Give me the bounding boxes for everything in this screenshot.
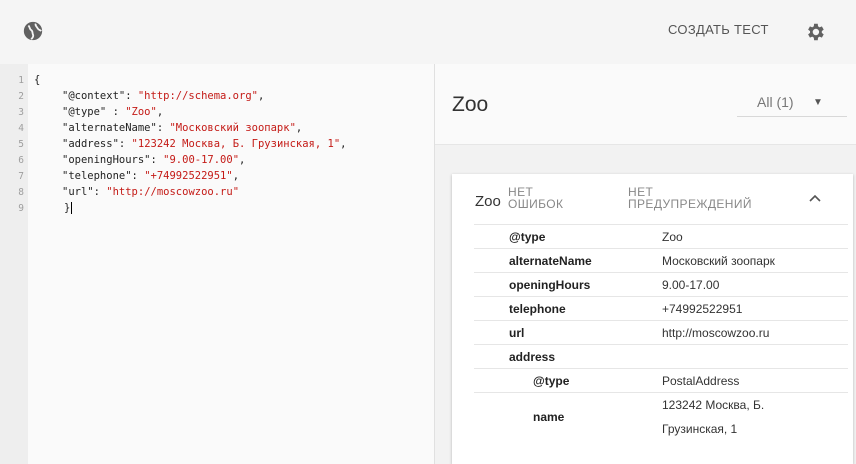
property-row: telephone +74992522951 (474, 296, 848, 321)
property-value: 9.00-17.00 (662, 278, 720, 292)
code-value: "Московский зоопарк" (169, 122, 296, 134)
code-value: "http://moscowzoo.ru" (106, 186, 240, 198)
property-row: address (474, 344, 848, 369)
line-number: 6 (18, 155, 24, 166)
property-row: openingHours 9.00-17.00 (474, 272, 848, 297)
code-line-7: "telephone": "+74992522951", (62, 170, 239, 182)
create-test-button[interactable]: СОЗДАТЬ ТЕСТ (668, 22, 769, 37)
code-token: { (34, 74, 41, 86)
line-number: 5 (18, 139, 24, 150)
property-value: Московский зоопарк (662, 254, 775, 268)
globe-icon[interactable] (22, 20, 44, 42)
card-type-label: Zoo (475, 193, 501, 210)
property-key: @type (509, 230, 546, 244)
property-value: http://moscowzoo.ru (662, 326, 770, 340)
nested-property-row: @type PostalAddress (474, 368, 848, 393)
result-card: Zoo НЕТ ОШИБОК НЕТ ПРЕДУПРЕЖДЕНИЙ @type … (452, 174, 853, 464)
errors-status-line: ОШИБОК (508, 197, 564, 211)
code-comma: , (257, 90, 265, 102)
line-number: 7 (18, 171, 24, 182)
result-card-header[interactable]: Zoo НЕТ ОШИБОК НЕТ ПРЕДУПРЕЖДЕНИЙ (452, 174, 853, 224)
line-number: 4 (18, 123, 24, 134)
property-key: telephone (509, 302, 566, 316)
property-row: alternateName Московский зоопарк (474, 248, 848, 273)
property-key: address (509, 350, 556, 364)
code-key: "alternateName": (62, 122, 170, 134)
dropdown-caret-icon: ▼ (813, 97, 823, 108)
code-value: "http://schema.org" (137, 90, 258, 102)
code-comma: , (295, 122, 303, 134)
line-number-gutter: 1 2 3 4 5 6 7 8 9 (0, 64, 28, 464)
code-key: "telephone": (62, 170, 145, 182)
filter-dropdown[interactable]: All (1) ▼ (737, 88, 847, 117)
property-key: @type (533, 374, 570, 388)
code-line-1: { (34, 74, 40, 86)
warnings-status-line: ПРЕДУПРЕЖДЕНИЙ (628, 197, 752, 211)
top-toolbar: СОЗДАТЬ ТЕСТ (0, 0, 856, 64)
property-key: url (509, 326, 525, 340)
code-line-3: "@type" : "Zoo", (62, 106, 163, 118)
code-line-4: "alternateName": "Московский зоопарк", (62, 122, 302, 134)
code-value: "123242 Москва, Б. Грузинская, 1" (131, 138, 341, 150)
property-value: PostalAddress (662, 374, 740, 388)
code-line-5: "address": "123242 Москва, Б. Грузинская… (62, 138, 347, 150)
code-comma: , (340, 138, 347, 150)
filter-selected-value: All (1) (757, 94, 794, 110)
chevron-up-icon[interactable] (805, 188, 825, 208)
code-key: "address": (62, 138, 132, 150)
line-number: 2 (18, 91, 24, 102)
code-value: "9.00-17.00" (163, 154, 240, 166)
line-number: 9 (18, 203, 24, 214)
results-panel: Zoo All (1) ▼ Zoo НЕТ ОШИБОК НЕТ ПРЕДУПР… (435, 64, 856, 464)
code-value: "Zoo" (125, 106, 157, 118)
text-cursor (71, 202, 73, 214)
property-value: Zoo (662, 230, 683, 244)
nested-property-row: name 123242 Москва, Б. Грузинская, 1 (474, 392, 848, 441)
code-value: "+74992522951" (144, 170, 233, 182)
code-comma: , (239, 154, 246, 166)
code-editor[interactable]: 1 2 3 4 5 6 7 8 9 { "@context": "http://… (0, 64, 434, 464)
property-key: name (533, 410, 565, 424)
warnings-status: НЕТ ПРЕДУПРЕЖДЕНИЙ (628, 186, 752, 210)
results-header: Zoo All (1) ▼ (435, 64, 856, 145)
property-key: openingHours (509, 278, 591, 292)
property-row: @type Zoo (474, 224, 848, 249)
line-number: 8 (18, 187, 24, 198)
code-key: "openingHours": (62, 154, 164, 166)
property-key: alternateName (509, 254, 592, 268)
code-key: "@context": (62, 90, 138, 102)
code-comma: , (156, 106, 164, 118)
property-row: url http://moscowzoo.ru (474, 320, 848, 345)
gear-icon[interactable] (804, 21, 826, 43)
code-key: "url": (62, 186, 107, 198)
errors-status: НЕТ ОШИБОК (508, 186, 563, 210)
code-line-8: "url": "http://moscowzoo.ru" (62, 186, 239, 198)
line-number: 3 (18, 107, 24, 118)
code-key: "@type" : (62, 106, 126, 118)
line-number: 1 (18, 75, 24, 86)
property-value: +74992522951 (662, 302, 743, 316)
code-line-2: "@context": "http://schema.org", (62, 90, 264, 102)
code-line-6: "openingHours": "9.00-17.00", (62, 154, 245, 166)
property-value: Грузинская, 1 (662, 422, 738, 436)
code-token: } (64, 202, 71, 214)
results-title: Zoo (452, 93, 489, 116)
code-comma: , (232, 170, 240, 182)
property-value: 123242 Москва, Б. (662, 398, 765, 412)
code-line-9: } (64, 202, 73, 214)
